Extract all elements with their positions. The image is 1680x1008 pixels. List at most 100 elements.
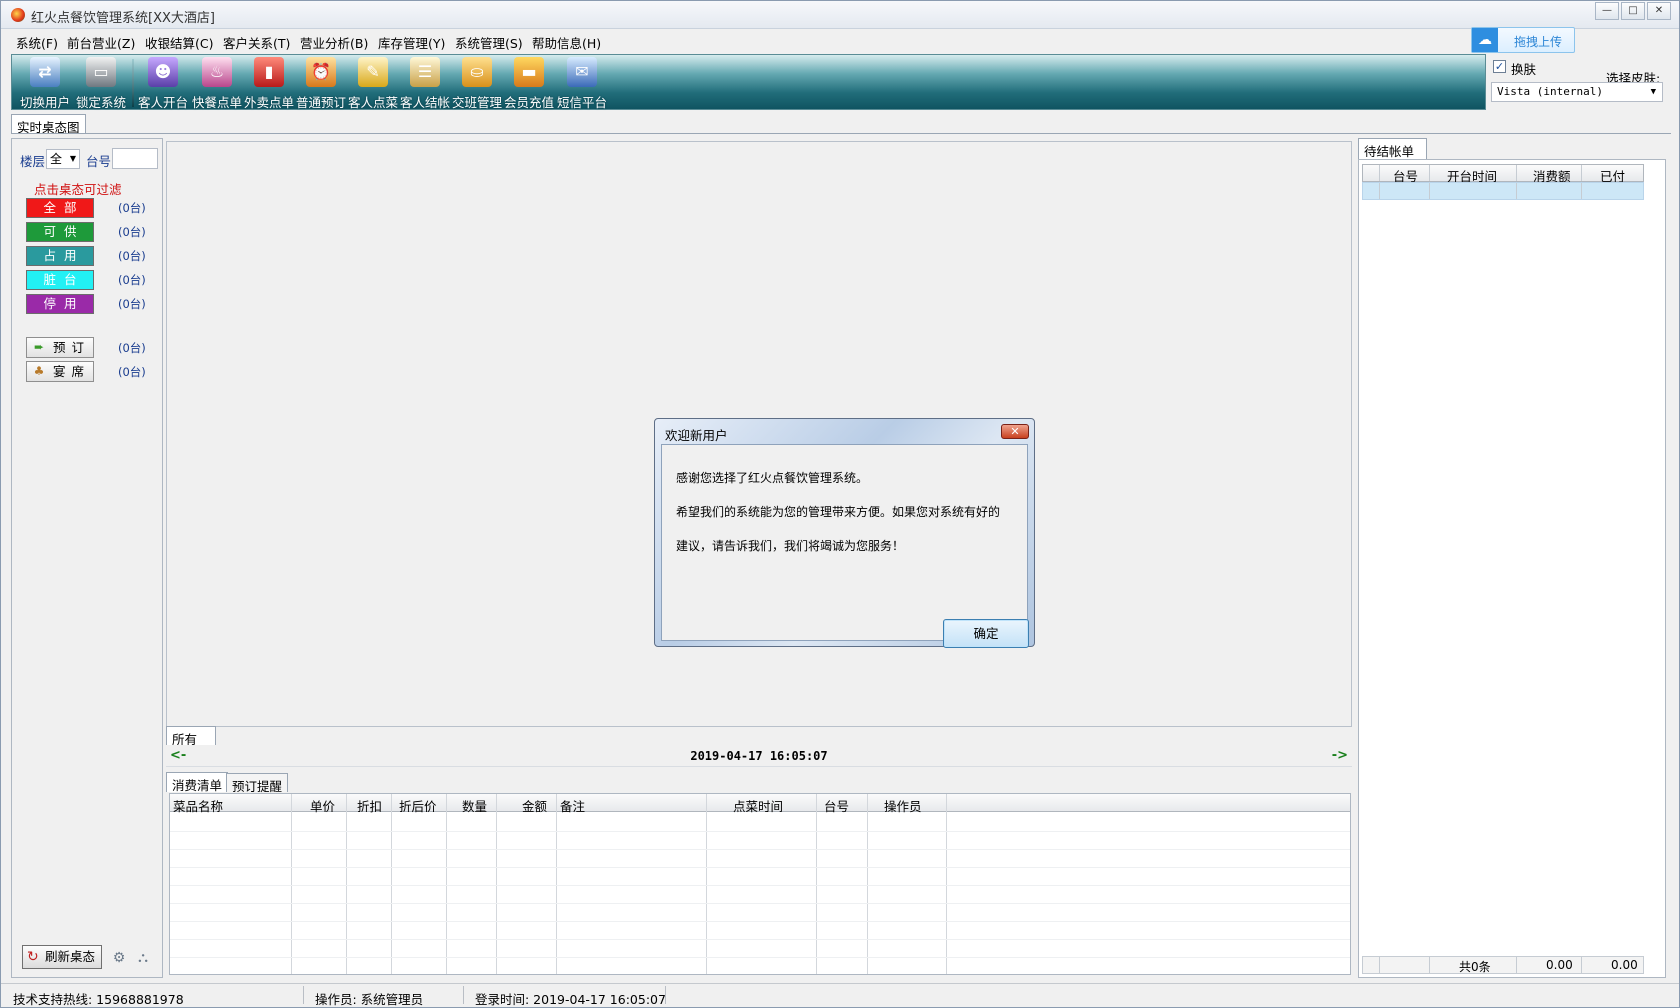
tab-reservation-reminder[interactable]: 预订提醒 xyxy=(226,773,289,794)
status-dirty-count: (0台) xyxy=(118,273,146,287)
tool-fast-order[interactable]: ♨ 快餐点单 xyxy=(192,57,242,110)
menu-bar: 系统(F) 前台营业(Z) 收银结算(C) 客户关系(T) 营业分析(B) 库存… xyxy=(1,30,1679,52)
tool-member-recharge[interactable]: ▬ 会员充值 xyxy=(504,57,554,110)
tool-reservation[interactable]: ⏰ 普通预订 xyxy=(296,57,346,110)
settings-tool-icon[interactable]: ⚙ xyxy=(110,949,128,967)
column-divider xyxy=(1379,165,1380,181)
menu-system[interactable]: 系统(F) xyxy=(16,33,58,52)
col-discounted-price[interactable]: 折后价 xyxy=(399,796,437,815)
switch-user-icon: ⇄ xyxy=(30,57,60,87)
column-divider xyxy=(391,794,392,974)
menu-help[interactable]: 帮助信息(H) xyxy=(532,33,601,52)
pending-bills-footer: 共0条 0.00 0.00 xyxy=(1362,956,1644,974)
status-available-button[interactable]: 可供 xyxy=(26,222,94,242)
skin-checkbox-label: 换肤 xyxy=(1511,62,1537,77)
column-divider xyxy=(1516,957,1517,973)
minimize-button[interactable]: — xyxy=(1595,2,1619,20)
date-nav-strip: <- 2019-04-17 16:05:07 -> xyxy=(166,745,1352,767)
skin-checkbox[interactable]: ✓ xyxy=(1493,60,1506,73)
open-table-icon: ☻ xyxy=(148,57,178,87)
chevron-down-icon: ▼ xyxy=(1650,87,1656,97)
col-unit-price[interactable]: 单价 xyxy=(310,796,335,815)
tool-takeout-order[interactable]: ▮ 外卖点单 xyxy=(244,57,294,110)
column-divider xyxy=(867,794,868,974)
member-recharge-icon: ▬ xyxy=(514,57,544,87)
status-available-count: (0台) xyxy=(118,225,146,239)
column-divider xyxy=(1429,165,1430,181)
col-order-time[interactable]: 点菜时间 xyxy=(733,796,783,815)
drag-upload-button[interactable]: ☁ 拖拽上传 xyxy=(1471,27,1575,53)
col-discount[interactable]: 折扣 xyxy=(357,796,382,815)
col-remark[interactable]: 备注 xyxy=(560,796,585,815)
table-number-input[interactable] xyxy=(112,148,158,169)
column-divider xyxy=(1581,165,1582,181)
status-all-count: (0台) xyxy=(118,201,146,215)
reserved-filter-label: 预订 xyxy=(53,340,91,355)
maximize-button[interactable]: □ xyxy=(1621,2,1645,20)
tool-lock-system[interactable]: ▭ 锁定系统 xyxy=(74,57,128,110)
row-divider xyxy=(170,939,1350,940)
row-divider xyxy=(170,867,1350,868)
floor-select[interactable]: 全 ▼ xyxy=(46,149,80,169)
column-divider xyxy=(446,794,447,974)
bill-total-amount: 0.00 xyxy=(1546,958,1573,972)
skin-select[interactable]: Vista (internal) ▼ xyxy=(1491,82,1663,102)
status-dirty-button[interactable]: 脏台 xyxy=(26,270,94,290)
tab-all-floors[interactable]: 所有 xyxy=(166,726,217,747)
main-toolbar: ⇄ 切换用户 ▭ 锁定系统 ☻ 客人开台 ♨ 快餐点单 ▮ 外卖点单 ⏰ 普通预… xyxy=(11,54,1486,110)
tool-checkout[interactable]: ☰ 客人结帐 xyxy=(400,57,450,110)
tool-open-table[interactable]: ☻ 客人开台 xyxy=(138,57,188,110)
tab-pending-bills[interactable]: 待结帐单 xyxy=(1358,138,1428,159)
menu-customer-relations[interactable]: 客户关系(T) xyxy=(223,33,290,52)
row-divider xyxy=(170,831,1350,832)
refresh-icon: ↻ xyxy=(27,949,39,965)
col-dish-name[interactable]: 菜品名称 xyxy=(173,796,223,815)
drag-upload-label: 拖拽上传 xyxy=(1514,35,1563,49)
refresh-tables-button[interactable]: ↻ 刷新桌态 xyxy=(22,945,102,969)
takeout-order-icon: ▮ xyxy=(254,57,284,87)
reserved-filter-button[interactable]: ➨ 预订 xyxy=(26,337,94,358)
menu-system-management[interactable]: 系统管理(S) xyxy=(455,33,523,52)
app-window: 红火点餐饮管理系统[XX大酒店] — □ ✕ 系统(F) 前台营业(Z) 收银结… xyxy=(0,0,1680,1008)
status-all-button[interactable]: 全部 xyxy=(26,198,94,218)
skin-panel: ✓ 换肤 选择皮肤: Vista (internal) ▼ xyxy=(1491,54,1671,110)
col-quantity[interactable]: 数量 xyxy=(462,796,487,815)
menu-inventory[interactable]: 库存管理(Y) xyxy=(378,33,445,52)
dialog-close-button[interactable]: ✕ xyxy=(1001,424,1029,439)
refresh-tables-label: 刷新桌态 xyxy=(45,949,96,964)
tool-shift-handover[interactable]: ⛀ 交班管理 xyxy=(452,57,502,110)
column-divider xyxy=(816,794,817,974)
col-operator[interactable]: 操作员 xyxy=(884,796,922,815)
toolbar-separator xyxy=(132,59,134,107)
tab-realtime-table-map[interactable]: 实时桌态图 xyxy=(11,114,86,135)
col-table-number[interactable]: 台号 xyxy=(824,796,849,815)
menu-cashier[interactable]: 收银结算(C) xyxy=(145,33,213,52)
col-amount[interactable]: 金额 xyxy=(522,796,547,815)
row-divider xyxy=(170,849,1350,850)
dialog-message-line: 感谢您选择了红火点餐饮管理系统。 xyxy=(676,471,869,485)
dialog-ok-button[interactable]: 确定 xyxy=(943,619,1029,648)
status-disabled-count: (0台) xyxy=(118,297,146,311)
column-divider xyxy=(291,794,292,974)
menu-business-analysis[interactable]: 营业分析(B) xyxy=(300,33,368,52)
login-time: 登录时间: 2019-04-17 16:05:07 xyxy=(475,992,666,1007)
tool-sms-platform[interactable]: ✉ 短信平台 xyxy=(556,57,608,110)
close-window-button[interactable]: ✕ xyxy=(1647,2,1671,20)
column-divider xyxy=(1429,957,1430,973)
tool-order-dish[interactable]: ✎ 客人点菜 xyxy=(348,57,398,110)
filter-hint: 点击桌态可过滤 xyxy=(34,182,122,197)
column-divider xyxy=(496,794,497,974)
status-disabled-button[interactable]: 停用 xyxy=(26,294,94,314)
bill-selected-row[interactable] xyxy=(1362,182,1644,200)
banquet-filter-button[interactable]: ♣ 宴席 xyxy=(26,361,94,382)
row-divider xyxy=(170,957,1350,958)
tab-consumption-list[interactable]: 消费清单 xyxy=(166,772,229,793)
nav-next-button[interactable]: -> xyxy=(1332,748,1348,763)
column-divider xyxy=(1581,957,1582,973)
tool-switch-user[interactable]: ⇄ 切换用户 xyxy=(18,57,72,110)
consumption-table: 菜品名称 单价 折扣 折后价 数量 金额 备注 点菜时间 台号 操作员 xyxy=(169,793,1351,975)
status-occupied-button[interactable]: 占用 xyxy=(26,246,94,266)
skin-select-value: Vista (internal) xyxy=(1497,85,1603,98)
menu-front-desk[interactable]: 前台营业(Z) xyxy=(67,33,135,52)
group-tool-icon[interactable]: ⛬ xyxy=(134,949,152,967)
